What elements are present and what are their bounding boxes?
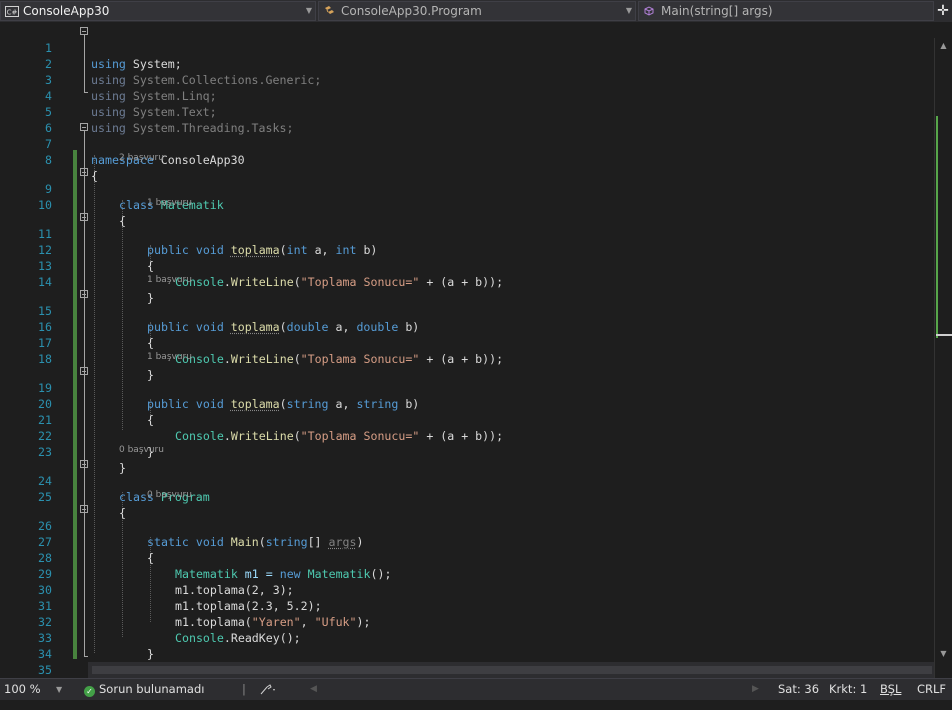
code-line: 18 } — [0, 335, 934, 382]
class-dropdown[interactable]: ConsoleApp30.Program ▼ — [318, 1, 636, 21]
code-line: 21 Console.WriteLine("Toplama Sonucu=" +… — [0, 396, 934, 443]
horizontal-scrollbar[interactable] — [88, 662, 934, 678]
code-line: 28 Matematik m1 = new Matematik(); — [0, 534, 934, 581]
project-dropdown[interactable]: C# ConsoleApp30 ▼ — [0, 1, 316, 21]
csharp-project-icon: C# — [5, 5, 19, 17]
navigation-bar: C# ConsoleApp30 ▼ ConsoleApp30.Program ▼… — [0, 0, 952, 22]
status-bar: 100 % ▼ ✓ Sorun bulunamadı | ◀ ▶ Sat: 36 … — [0, 678, 952, 700]
code-line: 16 { — [0, 303, 934, 350]
line-indicator[interactable]: Sat: 36 — [778, 679, 819, 700]
chevron-down-icon: ▼ — [305, 6, 313, 15]
code-line: 10 { — [0, 181, 934, 228]
chevron-down-icon: ▼ — [625, 6, 633, 15]
codelens-references[interactable]: 1 başvuru — [147, 351, 192, 363]
chevron-down-icon[interactable]: ▼ — [56, 679, 62, 700]
code-line: 4 using System.Text; — [0, 72, 934, 119]
scroll-down-icon[interactable]: ▼ — [935, 646, 952, 662]
code-line: 19 public void toplama(string a, string … — [0, 364, 934, 411]
code-line: 12 { — [0, 226, 934, 273]
code-line: 15 public void toplama(double a, double … — [0, 287, 934, 334]
issues-indicator[interactable]: ✓ Sorun bulunamadı — [84, 679, 204, 700]
code-line: 30 m1.toplama(2.3, 5.2); — [0, 566, 934, 613]
check-circle-icon: ✓ — [84, 686, 95, 697]
brush-icon[interactable] — [258, 679, 276, 700]
code-line: 2 using System.Collections.Generic; — [0, 40, 934, 87]
scroll-up-icon[interactable]: ▲ — [935, 38, 952, 54]
code-line: 32 Console.ReadKey(); — [0, 598, 934, 645]
codelens-references[interactable]: 1 başvuru — [147, 274, 192, 286]
class-icon — [323, 5, 337, 17]
split-window-icon[interactable]: ✛ — [934, 0, 952, 22]
scroll-right-icon[interactable]: ▶ — [752, 679, 759, 700]
method-icon — [643, 5, 657, 17]
code-line: 24 class Program — [0, 457, 934, 504]
code-line: 6 — [0, 104, 934, 135]
code-line: 26 static void Main(string[] args) — [0, 502, 934, 549]
vertical-scrollbar[interactable]: ▲ ▼ — [934, 38, 952, 678]
svg-text:C#: C# — [7, 8, 18, 16]
code-line: 33 } — [0, 614, 934, 661]
scroll-caret-marker — [936, 334, 952, 336]
codelens-references[interactable]: 2 başvuru — [119, 152, 164, 164]
class-path: ConsoleApp30.Program — [341, 4, 482, 18]
code-line: 1 using System; — [0, 24, 934, 71]
code-line: 22 } — [0, 412, 934, 459]
column-indicator[interactable]: Krkt: 1 — [829, 679, 867, 700]
code-editor[interactable]: 1 using System; 2 using System.Collectio… — [0, 22, 934, 693]
code-line: 29 m1.toplama(2, 3); — [0, 550, 934, 597]
divider: | — [242, 682, 246, 696]
code-line: 34 } — [0, 630, 934, 677]
code-line: 11 public void toplama(int a, int b) — [0, 210, 934, 257]
code-line: 25 { — [0, 473, 934, 520]
project-name: ConsoleApp30 — [23, 4, 110, 18]
line-ending[interactable]: CRLF — [917, 679, 946, 700]
scroll-thumb[interactable] — [92, 666, 932, 674]
codelens-references[interactable]: 0 başvuru — [119, 444, 164, 456]
code-line: 31 m1.toplama("Yaren", "Ufuk"); — [0, 582, 934, 629]
codelens-references[interactable]: 1 başvuru — [147, 197, 192, 209]
code-line: 14 } — [0, 258, 934, 305]
code-line: 23 } — [0, 428, 934, 475]
member-dropdown[interactable]: Main(string[] args) — [638, 1, 934, 21]
code-line: 20 { — [0, 380, 934, 427]
insert-mode[interactable]: BŞL — [880, 679, 901, 700]
code-line: 7 namespace ConsoleApp30 — [0, 120, 934, 167]
code-line: 5 using System.Threading.Tasks; — [0, 88, 934, 135]
scroll-left-icon[interactable]: ◀ — [310, 679, 317, 700]
code-line: 27 { — [0, 518, 934, 565]
code-line: 35 } — [0, 646, 934, 693]
code-line: 13 Console.WriteLine("Toplama Sonucu=" +… — [0, 242, 934, 289]
code-line: 3 using System.Linq; — [0, 56, 934, 103]
code-line: 8 { — [0, 136, 934, 183]
codelens-references[interactable]: 0 başvuru — [147, 489, 192, 501]
code-line: 9 class Matematik — [0, 165, 934, 212]
code-line: 17 Console.WriteLine("Toplama Sonucu=" +… — [0, 319, 934, 366]
zoom-level[interactable]: 100 % — [4, 679, 41, 700]
scroll-change-marker — [936, 116, 938, 338]
member-name: Main(string[] args) — [661, 4, 773, 18]
